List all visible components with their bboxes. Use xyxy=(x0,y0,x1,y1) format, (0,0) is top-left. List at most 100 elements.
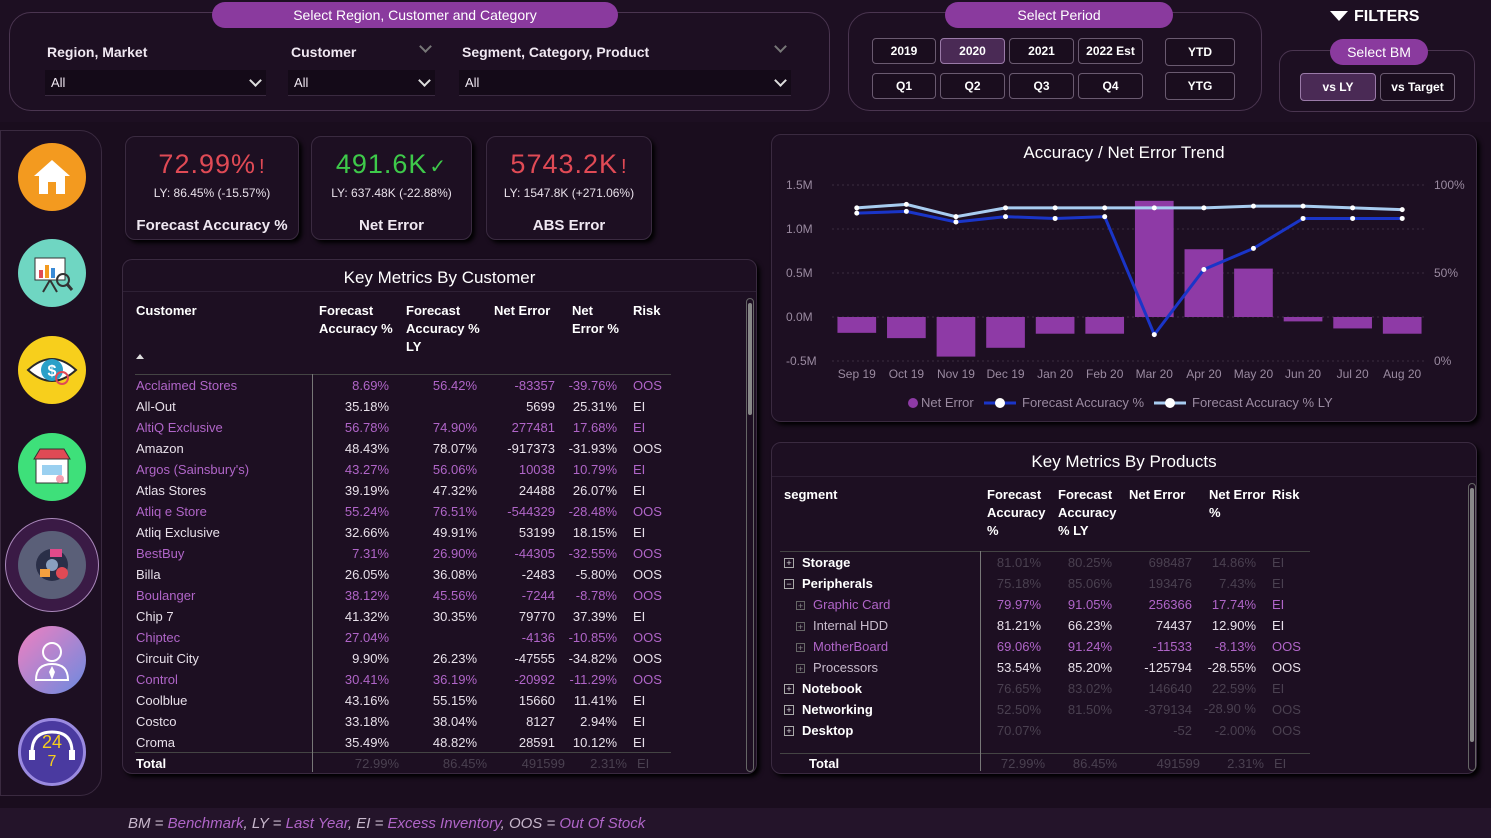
table-row[interactable]: Control 30.41% 36.19% -20992 -11.29% OOS xyxy=(135,669,671,690)
metric-cell: 24488 xyxy=(518,482,555,498)
quarter-q1-button[interactable]: Q1 xyxy=(872,73,936,99)
col-forecast-accuracy[interactable]: Forecast Accuracy % xyxy=(980,481,1051,551)
products-table-scrollbar[interactable] xyxy=(1468,483,1476,771)
quarter-q3-button[interactable]: Q3 xyxy=(1009,73,1074,99)
year-2021-button[interactable]: 2021 xyxy=(1009,38,1074,64)
legend-forecast-accuracy-dot xyxy=(995,398,1005,408)
metric-cell: EI xyxy=(633,734,646,750)
x-tick-label: Jun 20 xyxy=(1285,367,1321,381)
support-24-7-icon[interactable]: 24 7 xyxy=(18,718,86,786)
metric-cell: 66.23% xyxy=(1067,617,1112,633)
metric-cell: 35.18% xyxy=(344,398,389,414)
table-row[interactable]: − Peripherals 75.18% 85.06% 193476 7.43% EI xyxy=(780,573,1310,594)
customer-table-scrollbar[interactable] xyxy=(746,298,754,772)
table-row[interactable]: + Networking 52.50% 81.50% -379134 -28.90 % OO… xyxy=(780,699,1310,720)
metric-cell: -11.29% xyxy=(569,671,617,687)
expand-icon[interactable]: + xyxy=(796,621,805,631)
kpi-title: Net Error xyxy=(358,217,425,234)
person-icon[interactable] xyxy=(18,626,86,694)
forecast-accuracy-ly-point xyxy=(1102,205,1108,211)
forecast-disc-icon[interactable] xyxy=(18,531,86,599)
table-row[interactable]: Costco 33.18% 38.04% 8127 2.94% EI xyxy=(135,711,671,732)
metric-cell: 75.18% xyxy=(996,575,1041,591)
col-customer[interactable]: Customer xyxy=(135,302,312,374)
ytg-button[interactable]: YTG xyxy=(1165,72,1235,100)
metric-cell: OOS xyxy=(1272,722,1301,738)
table-row[interactable]: Amazon 48.43% 78.07% -917373 -31.93% OOS xyxy=(135,438,671,459)
quarter-q4-button[interactable]: Q4 xyxy=(1078,73,1143,99)
eye-dollar-icon[interactable]: $ xyxy=(18,336,86,404)
quarter-q2-button[interactable]: Q2 xyxy=(940,73,1005,99)
store-icon[interactable] xyxy=(18,433,86,501)
table-row[interactable]: + Processors 53.54% 85.20% -125794 -28.55% OOS xyxy=(780,657,1310,678)
year-2022-est-button[interactable]: 2022 Est xyxy=(1078,38,1143,64)
metric-cell: 56.06% xyxy=(432,461,477,477)
chevron-down-icon xyxy=(418,74,431,87)
table-row[interactable]: Boulanger 38.12% 45.56% -7244 -8.78% OOS xyxy=(135,585,671,606)
customer-table-wrap[interactable]: Customer Forecast Accuracy % Forecast Ac… xyxy=(135,302,747,772)
table-row[interactable]: Coolblue 43.16% 55.15% 15660 11.41% EI xyxy=(135,690,671,711)
table-row[interactable]: All-Out 35.18% 5699 25.31% EI xyxy=(135,396,671,417)
year-2019-button[interactable]: 2019 xyxy=(872,38,936,64)
col-forecast-accuracy[interactable]: Forecast Accuracy % xyxy=(312,302,399,374)
table-row[interactable]: Circuit City 9.90% 26.23% -47555 -34.82% OOS xyxy=(135,648,671,669)
year-2020-button[interactable]: 2020 xyxy=(940,38,1005,64)
vs-ly-button[interactable]: vs LY xyxy=(1300,73,1376,101)
col-forecast-accuracy-ly[interactable]: Forecast Accuracy % LY xyxy=(399,302,487,374)
expand-icon[interactable]: + xyxy=(784,705,794,716)
home-icon[interactable] xyxy=(18,143,86,211)
table-row[interactable]: Chiptec 27.04% -4136 -10.85% OOS xyxy=(135,627,671,648)
metric-cell: 45.56% xyxy=(432,587,477,603)
col-net-error-pct[interactable]: Net Error % xyxy=(565,302,627,374)
x-tick-label: May 20 xyxy=(1234,367,1274,381)
table-row[interactable]: Acclaimed Stores 8.69% 56.42% -83357 -39.76%… xyxy=(135,374,671,396)
forecast-accuracy-point xyxy=(1003,214,1009,220)
forecast-accuracy-point xyxy=(854,210,860,216)
table-row[interactable]: AltiQ Exclusive 56.78% 74.90% 277481 17.68% E… xyxy=(135,417,671,438)
col-net-error-pct[interactable]: Net Error % xyxy=(1202,481,1266,551)
table-row[interactable]: + MotherBoard 69.06% 91.24% -11533 -8.13% OOS xyxy=(780,636,1310,657)
filters-heading[interactable]: FILTERS xyxy=(1330,8,1419,26)
col-net-error[interactable]: Net Error xyxy=(487,302,565,374)
collapse-icon[interactable]: − xyxy=(784,579,794,590)
col-risk[interactable]: Risk xyxy=(1266,481,1310,551)
table-row[interactable]: + Graphic Card 79.97% 91.05% 256366 17.74% EI xyxy=(780,594,1310,615)
sort-asc-icon[interactable] xyxy=(136,354,144,359)
metric-cell: 55.24% xyxy=(344,503,389,519)
products-table-wrap[interactable]: segment Forecast Accuracy % Forecast Acc… xyxy=(780,481,1470,771)
table-row[interactable]: + Internal HDD 81.21% 66.23% 74437 12.90% EI xyxy=(780,615,1310,636)
table-row[interactable]: + Storage 81.01% 80.25% 698487 14.86% EI xyxy=(780,551,1310,573)
table-row[interactable]: Atliq Exclusive 32.66% 49.91% 53199 18.15% EI xyxy=(135,522,671,543)
expand-icon[interactable]: + xyxy=(796,600,805,610)
presentation-chart-icon[interactable] xyxy=(18,239,86,307)
segment-category-product-dropdown[interactable]: All xyxy=(459,70,791,96)
customer-dropdown[interactable]: All xyxy=(288,70,435,96)
table-row[interactable]: Croma 35.49% 48.82% 28591 10.12% EI xyxy=(135,732,671,753)
col-net-error[interactable]: Net Error xyxy=(1122,481,1202,551)
metric-cell: 53.54% xyxy=(996,659,1041,675)
col-forecast-accuracy-ly[interactable]: Forecast Accuracy % LY xyxy=(1051,481,1122,551)
table-row[interactable]: Atliq e Store 55.24% 76.51% -544329 -28.48% O… xyxy=(135,501,671,522)
table-row[interactable]: BestBuy 7.31% 26.90% -44305 -32.55% OOS xyxy=(135,543,671,564)
table-row[interactable]: + Desktop 70.07% -52 -2.00% OOS xyxy=(780,720,1310,741)
expand-icon[interactable]: + xyxy=(796,663,805,673)
ytd-button[interactable]: YTD xyxy=(1165,38,1235,66)
net-error-bar xyxy=(986,317,1025,348)
segment-label: Peripherals xyxy=(802,575,873,591)
expand-icon[interactable]: + xyxy=(784,558,794,569)
col-segment[interactable]: segment xyxy=(780,481,980,551)
table-row[interactable]: Atlas Stores 39.19% 47.32% 24488 26.07% EI xyxy=(135,480,671,501)
table-row[interactable]: Argos (Sainsbury's) 43.27% 56.06% 10038 10.7… xyxy=(135,459,671,480)
expand-icon[interactable]: + xyxy=(796,642,805,652)
table-row[interactable]: Chip 7 41.32% 30.35% 79770 37.39% EI xyxy=(135,606,671,627)
vs-target-button[interactable]: vs Target xyxy=(1380,73,1455,101)
metric-cell: 8127 xyxy=(526,713,555,729)
col-risk[interactable]: Risk xyxy=(627,302,671,374)
table-row[interactable]: Billa 26.05% 36.08% -2483 -5.80% OOS xyxy=(135,564,671,585)
metric-cell: 26.07% xyxy=(572,482,617,498)
table-row[interactable]: + Notebook 76.65% 83.02% 146640 22.59% EI xyxy=(780,678,1310,699)
expand-icon[interactable]: + xyxy=(784,726,794,737)
region-market-dropdown[interactable]: All xyxy=(45,70,266,96)
metric-cell: OOS xyxy=(633,629,662,645)
expand-icon[interactable]: + xyxy=(784,684,794,695)
